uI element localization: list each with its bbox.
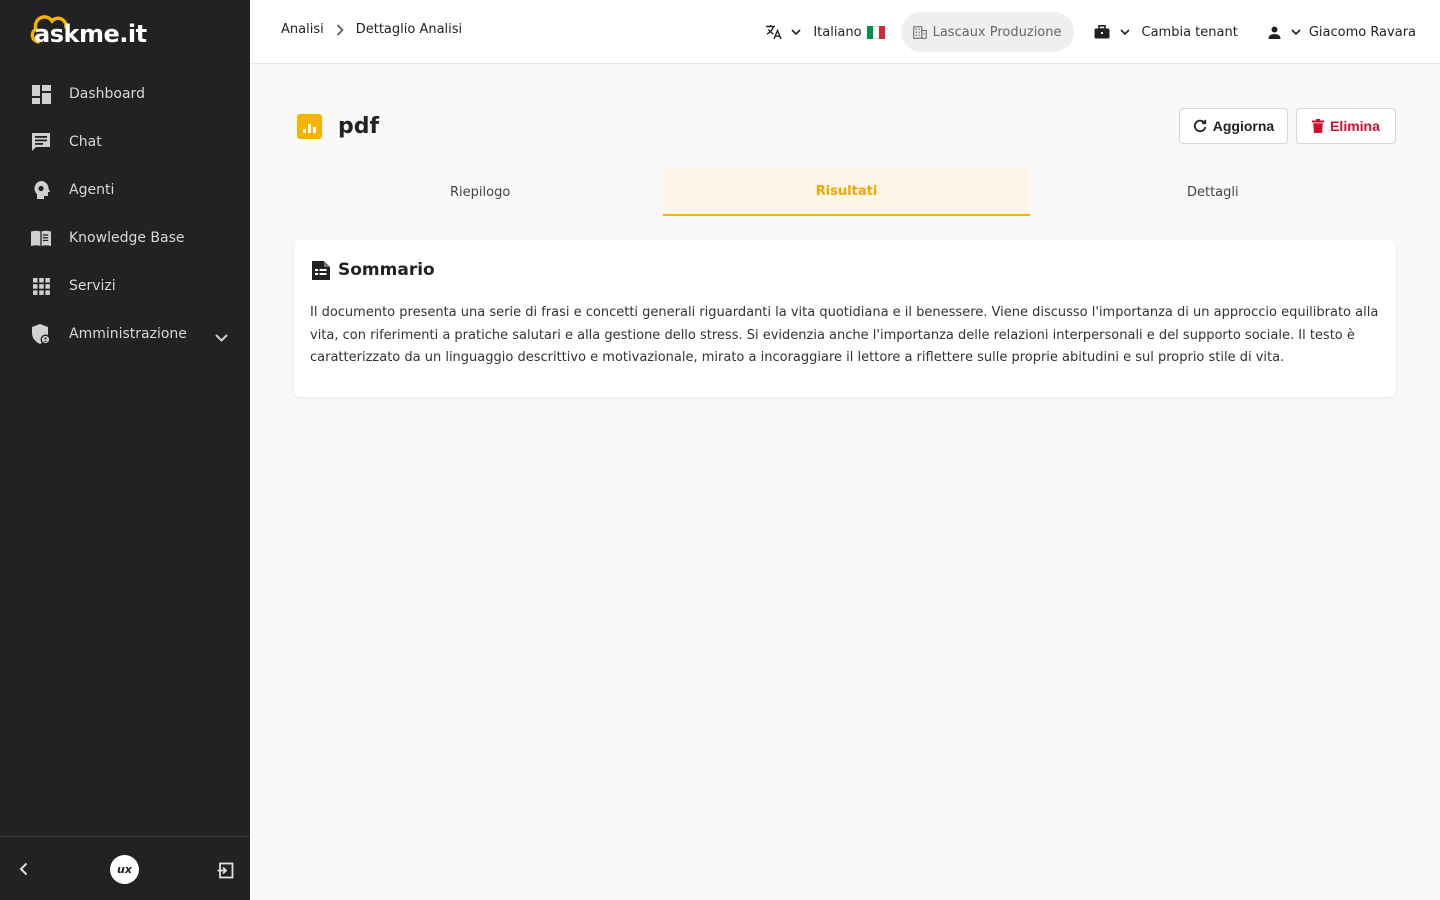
translate-icon [765, 24, 783, 40]
summary-title: Sommario [338, 260, 435, 280]
page-title: pdf [338, 113, 380, 139]
sidebar-footer: ux [0, 836, 250, 900]
document-icon [312, 260, 330, 280]
tenant-name: Lascaux Produzione [932, 24, 1062, 40]
summary-header: Sommario [312, 260, 435, 280]
chat-icon [31, 132, 51, 152]
shield-icon [31, 323, 51, 344]
summary-text: Il documento presenta una serie di frasi… [310, 305, 1379, 365]
user-name: Giacomo Ravara [1308, 24, 1416, 40]
app-logo[interactable]: askme.it [30, 12, 147, 46]
sidebar-item-chat[interactable]: Chat [0, 118, 250, 166]
briefcase-icon [1094, 25, 1110, 39]
building-icon [912, 25, 927, 39]
chevron-down-icon [791, 28, 801, 36]
sidebar-item-label: Chat [69, 134, 102, 150]
tab-bar: Riepilogo Risultati Dettagli [297, 168, 1396, 216]
language-selector[interactable]: Italiano [765, 24, 885, 40]
breadcrumb-item-dettaglio: Dettaglio Analisi [355, 22, 463, 37]
user-icon [1268, 26, 1281, 39]
tab-riepilogo[interactable]: Riepilogo [297, 168, 663, 216]
breadcrumb-item-analisi[interactable]: Analisi [281, 22, 324, 37]
page-header: pdf [297, 110, 379, 142]
logout-icon[interactable] [217, 862, 234, 879]
tab-dettagli[interactable]: Dettagli [1030, 168, 1396, 216]
grid-icon [31, 276, 51, 296]
italian-flag-icon [866, 25, 885, 39]
delete-button[interactable]: Elimina [1296, 108, 1396, 144]
sidebar-item-servizi[interactable]: Servizi [0, 262, 250, 310]
change-tenant-label: Cambia tenant [1141, 24, 1238, 40]
refresh-button[interactable]: Aggiorna [1179, 108, 1288, 144]
sidebar-item-label: Knowledge Base [69, 230, 185, 246]
agent-icon [31, 180, 51, 200]
sidebar-item-agenti[interactable]: Agenti [0, 166, 250, 214]
summary-card: Sommario Il documento presenta una serie… [294, 240, 1396, 397]
chevron-down-icon [1119, 28, 1130, 36]
chevron-right-icon [336, 23, 344, 36]
sidebar-item-label: Agenti [69, 182, 115, 198]
sidebar-item-label: Amministrazione [69, 326, 187, 342]
ux-badge[interactable]: ux [110, 855, 139, 884]
trash-icon [1312, 119, 1325, 133]
sidebar-item-amministrazione[interactable]: Amministrazione [0, 310, 250, 358]
language-label: Italiano [813, 24, 862, 40]
dashboard-icon [31, 84, 51, 104]
sidebar: askme.it Dashboard Chat Agenti Knowledge… [0, 0, 250, 900]
current-tenant: Lascaux Produzione [900, 12, 1074, 52]
sidebar-item-label: Dashboard [69, 86, 145, 102]
breadcrumb: Analisi Dettaglio Analisi [281, 22, 462, 37]
chevron-left-icon[interactable] [16, 861, 32, 877]
sidebar-item-label: Servizi [69, 278, 116, 294]
refresh-icon [1193, 119, 1207, 133]
change-tenant-menu[interactable]: Cambia tenant [1094, 25, 1238, 40]
chevron-down-icon [1291, 28, 1301, 36]
tab-risultati[interactable]: Risultati [663, 168, 1030, 216]
delete-label: Elimina [1330, 118, 1380, 134]
chevron-down-icon[interactable] [215, 327, 228, 346]
sidebar-item-knowledge-base[interactable]: Knowledge Base [0, 214, 250, 262]
sidebar-nav: Dashboard Chat Agenti Knowledge Base Ser… [0, 70, 250, 358]
chart-icon [297, 113, 322, 139]
header-actions: Italiano Lascaux Produzione Cambia tenan… [765, 12, 1416, 52]
top-header: Analisi Dettaglio Analisi Italiano Lasca… [250, 0, 1440, 64]
logo-text: askme.it [34, 20, 147, 48]
sidebar-item-dashboard[interactable]: Dashboard [0, 70, 250, 118]
refresh-label: Aggiorna [1212, 118, 1275, 134]
user-menu[interactable]: Giacomo Ravara [1268, 25, 1416, 40]
book-icon [31, 228, 51, 248]
